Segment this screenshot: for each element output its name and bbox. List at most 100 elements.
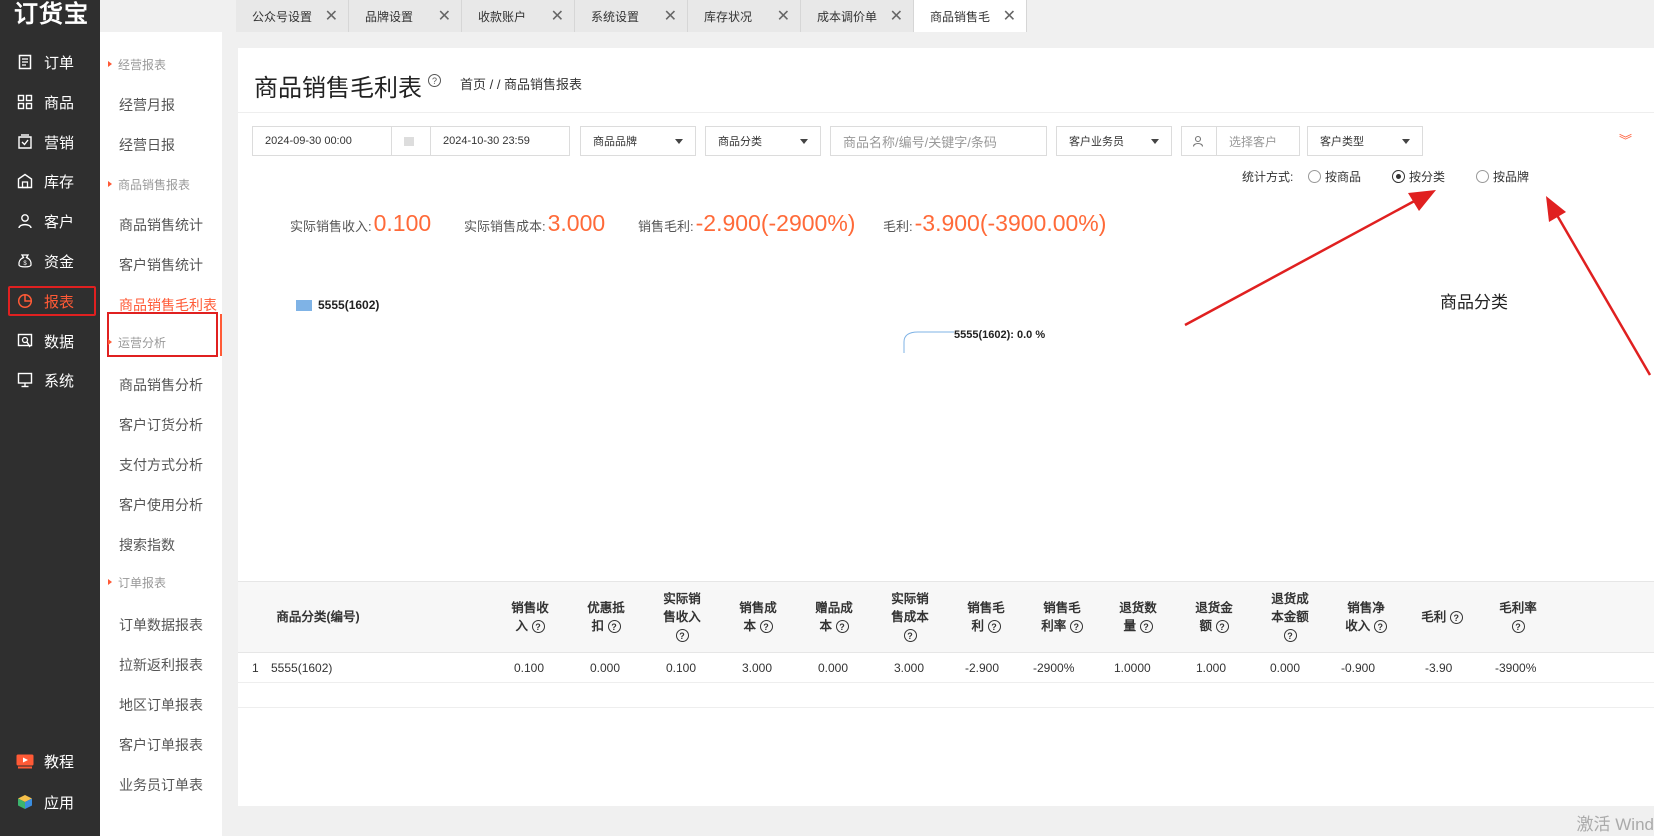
help-icon: ?: [903, 629, 917, 643]
customer-picker-icon[interactable]: [1181, 126, 1217, 156]
nav-item-goods[interactable]: 商品: [0, 86, 100, 118]
column-header: 实际销 售收入?: [663, 592, 701, 643]
close-icon[interactable]: ✕: [325, 6, 338, 26]
nav-item-reports[interactable]: 报表: [0, 285, 100, 317]
tab-gross-profit[interactable]: 商品销售毛 ✕: [914, 0, 1027, 32]
cell: 0.100: [514, 661, 545, 675]
column-header: 退货金额 ?: [1195, 601, 1233, 634]
salesperson-select[interactable]: 客户业务员: [1056, 126, 1172, 156]
submenu-item-search-index[interactable]: 搜索指数: [119, 535, 175, 555]
close-icon[interactable]: ✕: [551, 6, 564, 26]
nav-label: 资金: [44, 253, 75, 271]
chart-legend[interactable]: 5555(1602): [296, 298, 379, 312]
submenu-item-gross-profit[interactable]: 商品销售毛利表: [119, 295, 217, 315]
radio-by-category[interactable]: 按分类: [1392, 168, 1445, 185]
close-icon[interactable]: ✕: [777, 6, 790, 26]
tab-inventory-status[interactable]: 库存状况 ✕: [688, 0, 801, 32]
submenu-item-customer-sales[interactable]: 客户销售统计: [119, 255, 203, 275]
submenu-item-customer-orders[interactable]: 客户订单报表: [119, 735, 203, 755]
submenu-item-monthly[interactable]: 经营月报: [119, 95, 175, 115]
cell-category: 5555(1602): [271, 661, 333, 675]
close-icon[interactable]: ✕: [1003, 6, 1016, 26]
start-date-input[interactable]: 2024-09-30 00:00: [252, 126, 392, 156]
nav-label: 商品: [44, 94, 75, 112]
help-icon: ?: [1215, 620, 1229, 634]
tab-label: 成本调价单: [817, 9, 878, 24]
submenu-item-sales-analysis[interactable]: 商品销售分析: [119, 375, 203, 395]
nav-item-marketing[interactable]: 营销: [0, 126, 100, 158]
tab-system-settings[interactable]: 系统设置 ✕: [575, 0, 688, 32]
radio-by-brand[interactable]: 按品牌: [1476, 168, 1529, 185]
tab-cost-adjustment[interactable]: 成本调价单 ✕: [801, 0, 914, 32]
help-icon: ?: [675, 629, 689, 643]
tab-payment-account[interactable]: 收款账户 ✕: [462, 0, 575, 32]
column-header: 实际销 售成本?: [891, 592, 929, 643]
nav-item-system[interactable]: 系统: [0, 364, 100, 396]
calendar-icon[interactable]: [391, 126, 431, 156]
column-header: 退货成 本金额?: [1271, 592, 1309, 643]
close-icon[interactable]: ✕: [890, 6, 903, 26]
customer-select-input[interactable]: 选择客户: [1216, 126, 1300, 156]
submenu-item-order-analysis[interactable]: 客户订货分析: [119, 415, 203, 435]
submenu-item-salesperson-orders[interactable]: 业务员订单表: [119, 775, 203, 795]
brand-select[interactable]: 商品品牌: [580, 126, 696, 156]
tab-label: 公众号设置: [252, 9, 313, 24]
submenu-item-region-orders[interactable]: 地区订单报表: [119, 695, 203, 715]
customer-type-select[interactable]: 客户类型: [1307, 126, 1423, 156]
pie-label-leader: [903, 331, 954, 353]
data-icon: [16, 332, 34, 350]
submenu-item-daily[interactable]: 经营日报: [119, 135, 175, 155]
help-icon: ?: [1283, 629, 1297, 643]
tab-brand-settings[interactable]: 品牌设置 ✕: [349, 0, 462, 32]
summary-revenue: 实际销售收入: 0.100: [290, 210, 431, 237]
help-icon: ?: [1373, 620, 1387, 634]
report-submenu: 经营报表 经营月报 经营日报 商品销售报表 商品销售统计 客户销售统计 商品销售…: [100, 32, 222, 836]
cell: -2.900: [965, 661, 1000, 675]
submenu-item-sales-stats[interactable]: 商品销售统计: [119, 215, 203, 235]
nav-item-inventory[interactable]: 库存: [0, 165, 100, 197]
submenu-item-order-data[interactable]: 订单数据报表: [119, 615, 203, 635]
stat-mode-label: 统计方式:: [1242, 170, 1294, 184]
expand-filters-icon[interactable]: ︾: [1619, 130, 1632, 149]
select-value: 客户类型: [1320, 136, 1364, 148]
tab-wechat-settings[interactable]: 公众号设置 ✕: [236, 0, 349, 32]
svg-text:$: $: [23, 261, 27, 267]
column-header: 销售毛利 ?: [967, 601, 1005, 634]
help-icon: ?: [835, 620, 849, 634]
pie-slice-label: 5555(1602): 0.0 %: [954, 329, 1046, 341]
summary-value: -3.900(-3900.00%): [914, 210, 1107, 236]
activation-watermark: 激活 Wind: [1576, 815, 1654, 834]
submenu-item-referral-rebate[interactable]: 拉新返利报表: [119, 655, 203, 675]
radio-by-product[interactable]: 按商品: [1308, 168, 1361, 185]
nav-item-data[interactable]: 数据: [0, 325, 100, 357]
column-header: 销售成本 ?: [739, 601, 777, 634]
table-row[interactable]: 1 5555(1602) 0.100 0.000 0.100 3.000 0.0…: [238, 653, 1654, 683]
cell: -3900%: [1495, 661, 1537, 675]
tab-label: 系统设置: [591, 9, 640, 24]
app-logo[interactable]: 订货宝: [14, 0, 89, 29]
help-icon: ?: [607, 620, 621, 634]
keyword-search-input[interactable]: 商品名称/编号/关键字/条码: [830, 126, 1047, 156]
end-date-input[interactable]: 2024-10-30 23:59: [430, 126, 570, 156]
breadcrumb[interactable]: 首页 / / 商品销售报表: [460, 74, 582, 93]
select-value: 客户业务员: [1069, 136, 1124, 148]
close-icon[interactable]: ✕: [438, 6, 451, 26]
select-value: 商品分类: [718, 136, 762, 148]
customer-icon: [16, 212, 34, 230]
nav-item-apps[interactable]: 应用: [0, 786, 100, 818]
help-icon: ?: [1139, 620, 1153, 634]
nav-item-customers[interactable]: 客户: [0, 205, 100, 237]
submenu-group-title: 运营分析: [100, 334, 222, 351]
nav-item-orders[interactable]: 订单: [0, 46, 100, 78]
help-icon[interactable]: ?: [428, 74, 441, 87]
submenu-item-payment-analysis[interactable]: 支付方式分析: [119, 455, 203, 475]
nav-item-funds[interactable]: $ 资金: [0, 245, 100, 277]
submenu-item-usage-analysis[interactable]: 客户使用分析: [119, 495, 203, 515]
close-icon[interactable]: ✕: [664, 6, 677, 26]
cell: 0.000: [1270, 661, 1301, 675]
category-select[interactable]: 商品分类: [705, 126, 821, 156]
summary-value: 3.000: [547, 210, 606, 236]
summary-label: 销售毛利:: [638, 219, 694, 234]
nav-item-tutorial[interactable]: 教程: [0, 745, 100, 777]
radio-icon: [1476, 170, 1489, 183]
